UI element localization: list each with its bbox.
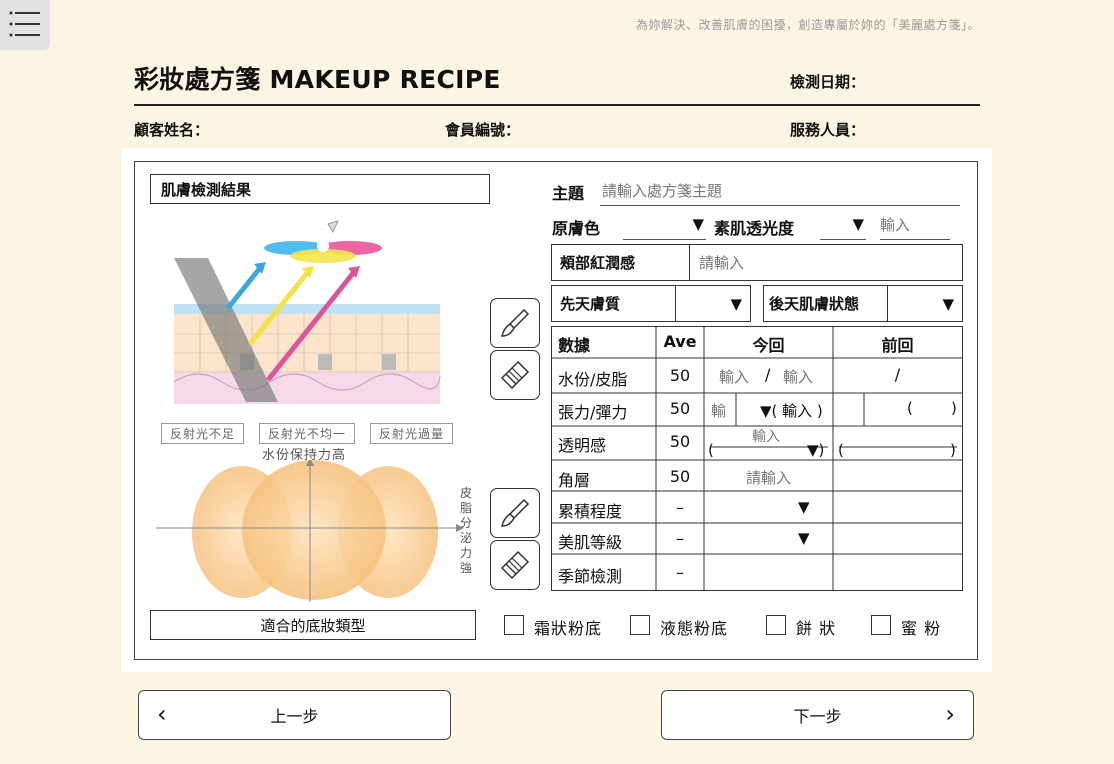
row-label-clarity: 透明感 bbox=[558, 436, 607, 455]
pressed-foundation-label: 餅 狀 bbox=[796, 619, 837, 638]
skin-type-quadrant-chart bbox=[156, 460, 464, 602]
reflection-insufficient-tag: 反射光不足 bbox=[161, 423, 245, 444]
cream-foundation-checkbox[interactable] bbox=[504, 615, 524, 635]
prev-clarity-paren-open: ( bbox=[838, 441, 844, 459]
table-header-ave: Ave bbox=[663, 332, 697, 351]
row-label-accumulation: 累積程度 bbox=[558, 502, 623, 521]
eraser-tool-button[interactable] bbox=[490, 350, 540, 400]
member-id-label: 會員編號： bbox=[445, 121, 521, 139]
acquired-skin-label: 後天肌膚狀態 bbox=[763, 285, 888, 322]
chevron-left-icon: ‹ bbox=[157, 700, 167, 728]
dropdown-arrow-icon: ▼ bbox=[692, 215, 704, 233]
brush-tool-button-2[interactable] bbox=[490, 488, 540, 538]
brush-tool-button[interactable] bbox=[490, 298, 540, 348]
cheek-redness-input[interactable]: 請輸入 bbox=[689, 244, 963, 281]
clarity-input[interactable]: 輸入 bbox=[752, 426, 780, 446]
beauty-level-select[interactable]: ▼ bbox=[798, 529, 810, 547]
cream-foundation-label: 霜狀粉底 bbox=[534, 619, 603, 638]
transparency-label: 素肌透光度 bbox=[714, 219, 795, 238]
row-ave-accumulation: – bbox=[676, 498, 684, 517]
pressed-foundation-checkbox[interactable] bbox=[766, 615, 786, 635]
loose-powder-label: 蜜 粉 bbox=[901, 619, 942, 638]
topic-input[interactable]: 請輸入處方箋主題 bbox=[600, 180, 960, 206]
eraser-icon bbox=[500, 360, 530, 390]
row-ave-clarity: 50 bbox=[669, 432, 691, 451]
brush-icon bbox=[501, 308, 530, 337]
row-ave-tension-elasticity: 50 bbox=[669, 399, 691, 418]
dropdown-arrow-icon: ▼ bbox=[730, 294, 742, 313]
next-step-label: 下一步 bbox=[793, 707, 842, 726]
prev-moisture-sebum: / bbox=[894, 365, 901, 384]
liquid-foundation-checkbox[interactable] bbox=[630, 615, 650, 635]
prev-tension-elasticity: ( ) bbox=[907, 399, 957, 417]
eraser-icon bbox=[500, 550, 530, 580]
foundation-type-title: 適合的底妝類型 bbox=[150, 610, 476, 640]
header-divider bbox=[134, 104, 980, 106]
previous-step-label: 上一步 bbox=[270, 707, 319, 726]
row-label-moisture-sebum: 水份/皮脂 bbox=[558, 370, 628, 389]
table-header-data: 數據 bbox=[558, 336, 591, 355]
menu-button[interactable] bbox=[0, 0, 50, 50]
next-step-button[interactable]: 下一步 › bbox=[661, 690, 974, 740]
skin-data-table: 數據 Ave 今回 前回 水份/皮脂 50 張力/彈力 50 透明感 50 角層… bbox=[551, 326, 963, 591]
accumulation-select[interactable]: ▼ bbox=[798, 498, 810, 516]
skin-color-select[interactable]: ▼ bbox=[623, 212, 706, 240]
row-label-tension-elasticity: 張力/彈力 bbox=[558, 403, 628, 422]
reflection-excessive-tag: 反射光過量 bbox=[370, 423, 454, 444]
detection-date-label: 檢測日期： bbox=[790, 73, 866, 91]
transparency-input[interactable]: 輸入 bbox=[880, 214, 950, 240]
staff-label: 服務人員： bbox=[790, 121, 866, 139]
table-header-previous: 前回 bbox=[881, 336, 914, 355]
cheek-redness-label: 頰部紅潤感 bbox=[551, 244, 690, 281]
innate-skin-label: 先天膚質 bbox=[551, 285, 676, 322]
row-ave-beauty-level: – bbox=[676, 529, 684, 548]
sebum-input[interactable]: 輸入 bbox=[783, 366, 813, 387]
acquired-skin-select[interactable]: ▼ bbox=[887, 285, 963, 322]
row-label-season: 季節檢測 bbox=[558, 567, 623, 586]
loose-powder-checkbox[interactable] bbox=[871, 615, 891, 635]
previous-step-button[interactable]: ‹ 上一步 bbox=[138, 690, 451, 740]
elasticity-select[interactable]: ▼( 輸入 ) bbox=[760, 400, 823, 421]
topic-label: 主題 bbox=[552, 184, 585, 203]
liquid-foundation-label: 液態粉底 bbox=[660, 619, 729, 638]
sebum-axis-label: 皮脂分泌力強 bbox=[459, 486, 472, 575]
dropdown-arrow-icon: ▼ bbox=[852, 215, 864, 233]
row-ave-moisture-sebum: 50 bbox=[669, 366, 691, 385]
transparency-select[interactable]: ▼ bbox=[820, 212, 866, 240]
eraser-tool-button-2[interactable] bbox=[490, 540, 540, 590]
reflection-uneven-tag: 反射光不均一 bbox=[259, 423, 356, 444]
row-label-beauty-level: 美肌等級 bbox=[558, 533, 623, 552]
moisture-input[interactable]: 輸入 bbox=[719, 366, 749, 387]
tagline: 為妳解決、改善肌膚的困擾，創造專屬於妳的「美麗處方箋」。 bbox=[635, 18, 980, 32]
skin-result-title: 肌膚檢測結果 bbox=[150, 174, 490, 204]
table-header-current: 今回 bbox=[752, 336, 785, 355]
row-label-stratum: 角層 bbox=[558, 471, 591, 490]
row-ave-stratum: 50 bbox=[669, 467, 691, 486]
row-ave-season: – bbox=[676, 563, 684, 582]
dropdown-arrow-icon: ▼ bbox=[942, 294, 954, 313]
innate-skin-select[interactable]: ▼ bbox=[675, 285, 751, 322]
page-title: 彩妝處方箋 MAKEUP RECIPE bbox=[134, 65, 501, 94]
clarity-select[interactable]: ▼) bbox=[807, 441, 824, 459]
brush-icon bbox=[501, 498, 530, 527]
chevron-right-icon: › bbox=[945, 700, 955, 728]
prev-clarity-paren-close: ) bbox=[950, 441, 956, 459]
moisture-sebum-separator: / bbox=[765, 365, 771, 384]
skin-color-label: 原膚色 bbox=[552, 219, 601, 238]
hamburger-menu-icon bbox=[9, 11, 40, 37]
customer-name-label: 顧客姓名： bbox=[134, 121, 210, 139]
skin-layer-illustration bbox=[173, 220, 441, 404]
clarity-paren-open: ( bbox=[708, 441, 714, 459]
stratum-input[interactable]: 請輸入 bbox=[704, 467, 833, 488]
tension-input[interactable]: 輸 bbox=[711, 400, 726, 421]
